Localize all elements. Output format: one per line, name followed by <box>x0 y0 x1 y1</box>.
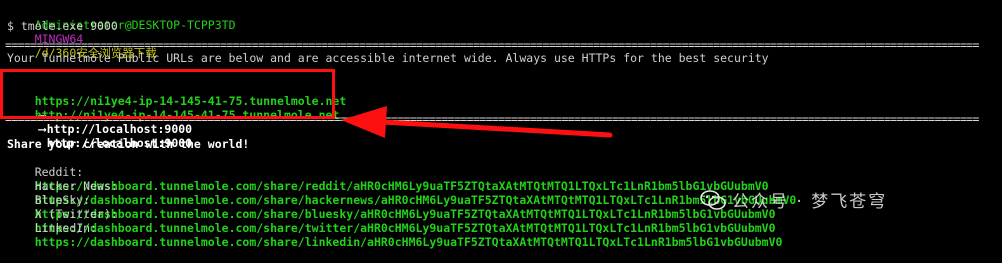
share-heading: Share your creation with the world! <box>7 137 250 151</box>
highlight-box <box>0 69 335 119</box>
notice-text: Your Tunnelmole Public URLs are below an… <box>7 51 769 65</box>
share-row: LinkedIn: https://dashboard.tunnelmole.c… <box>7 207 783 263</box>
share-label: LinkedIn: <box>34 221 98 235</box>
wechat-logo-icon <box>700 190 726 210</box>
separator-top: ========================================… <box>5 39 979 51</box>
watermark-text: 公众号 · 梦飞苍穹 <box>732 192 888 212</box>
arrow-annotation-icon <box>341 106 613 138</box>
command-line: $ tmole.exe 9000 <box>7 19 118 33</box>
share-url[interactable]: https://dashboard.tunnelmole.com/share/l… <box>35 235 783 249</box>
